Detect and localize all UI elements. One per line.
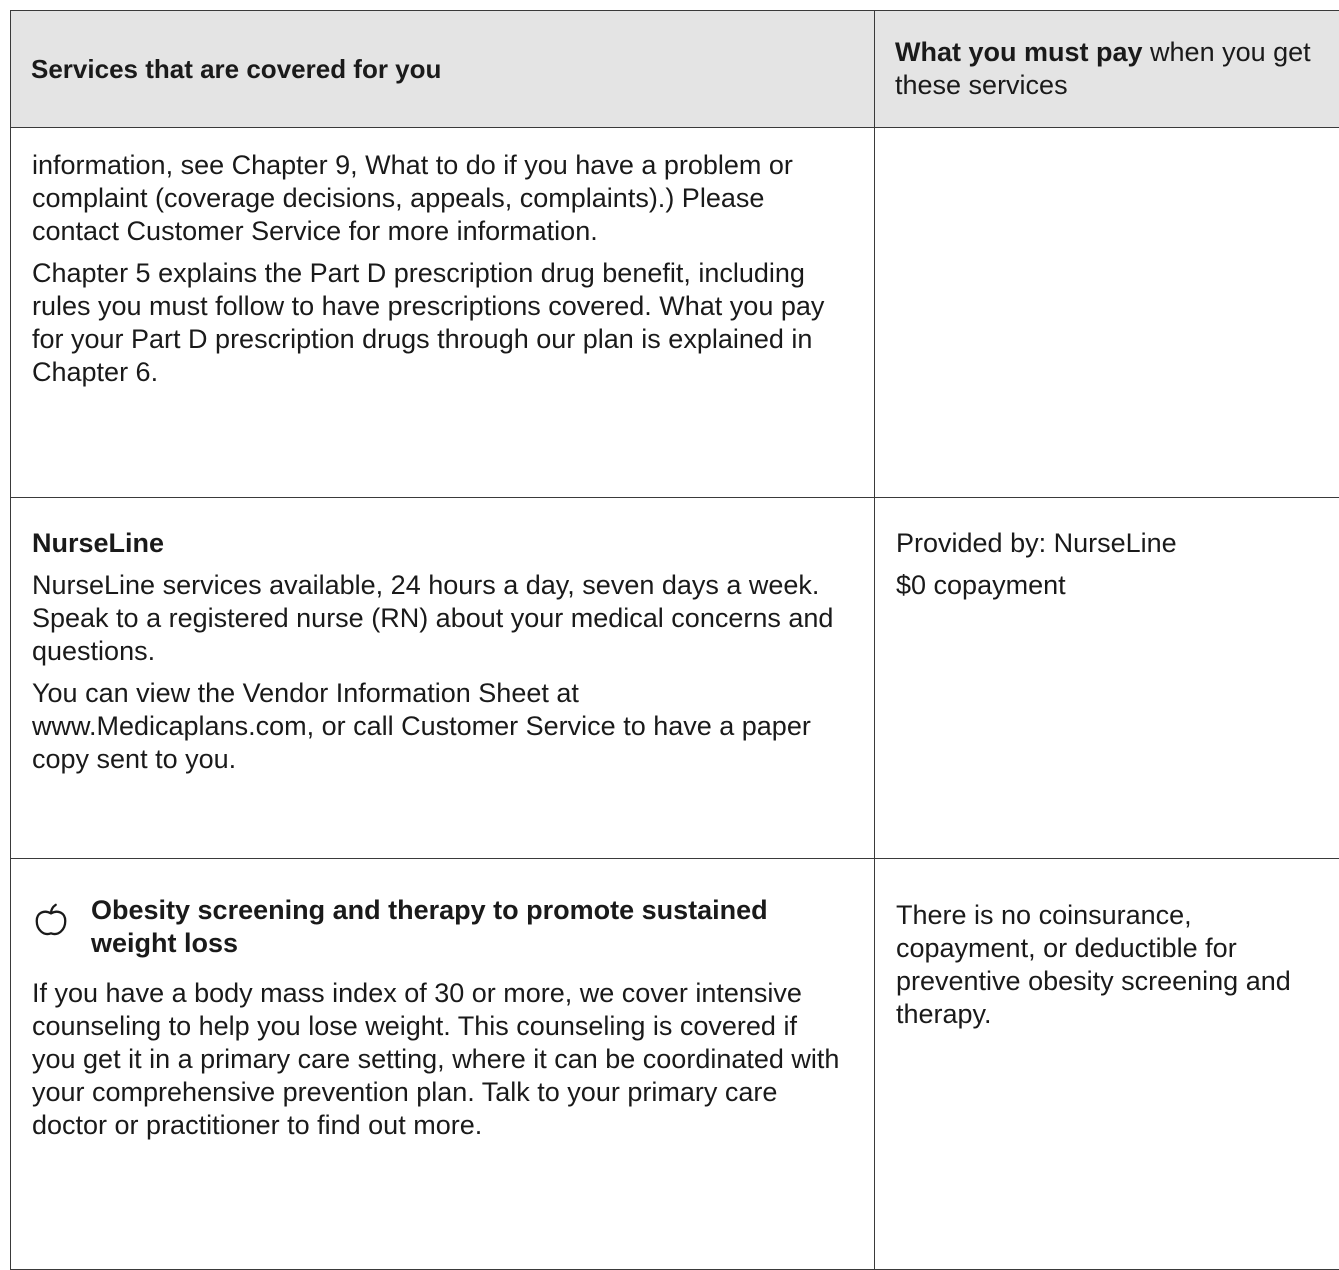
table-row-obesity: Obesity screening and therapy to promote… (11, 859, 1339, 1270)
pay-cell: There is no coinsurance, copayment, or d… (875, 859, 1339, 1270)
service-paragraph: Chapter 5 explains the Part D prescripti… (32, 257, 844, 389)
services-column-header: Services that are covered for you (11, 11, 875, 128)
pay-text: Provided by: NurseLine (896, 527, 1330, 560)
service-paragraph: information, see Chapter 9, What to do i… (32, 149, 844, 248)
service-title: Obesity screening and therapy to promote… (91, 894, 844, 960)
service-paragraph: You can view the Vendor Information Shee… (32, 677, 844, 776)
pay-column-header: What you must pay when you get these ser… (875, 11, 1339, 128)
services-column-label: Services that are covered for you (31, 54, 441, 84)
service-title-block: Obesity screening and therapy to promote… (32, 894, 844, 960)
service-cell: Obesity screening and therapy to promote… (11, 859, 875, 1270)
service-cell: NurseLine NurseLine services available, … (11, 498, 875, 859)
benefits-table: Services that are covered for you What y… (10, 10, 1339, 1270)
table-header-row: Services that are covered for you What y… (11, 11, 1339, 128)
service-paragraph: NurseLine services available, 24 hours a… (32, 569, 844, 668)
pay-column-label-bold: What you must pay (895, 37, 1143, 67)
pay-cell (875, 128, 1339, 498)
pay-cell: Provided by: NurseLine $0 copayment (875, 498, 1339, 859)
table-row-nurseline: NurseLine NurseLine services available, … (11, 498, 1339, 859)
service-cell: information, see Chapter 9, What to do i… (11, 128, 875, 498)
apple-icon (32, 902, 70, 940)
table-row-continued: information, see Chapter 9, What to do i… (11, 128, 1339, 498)
pay-text: $0 copayment (896, 569, 1330, 602)
service-title: NurseLine (32, 527, 844, 560)
service-paragraph: If you have a body mass index of 30 or m… (32, 977, 844, 1142)
pay-text: There is no coinsurance, copayment, or d… (896, 899, 1330, 1031)
